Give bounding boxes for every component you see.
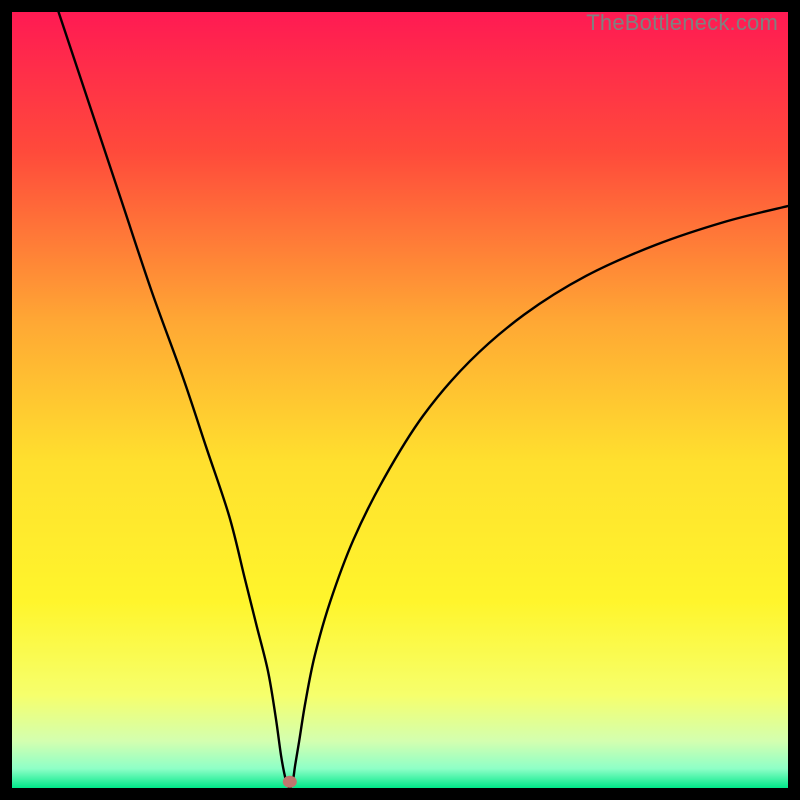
bottleneck-chart [12, 12, 788, 788]
watermark-text: TheBottleneck.com [586, 10, 778, 36]
optimal-point-marker [283, 776, 297, 788]
chart-frame: TheBottleneck.com [12, 12, 788, 788]
gradient-background [12, 12, 788, 788]
